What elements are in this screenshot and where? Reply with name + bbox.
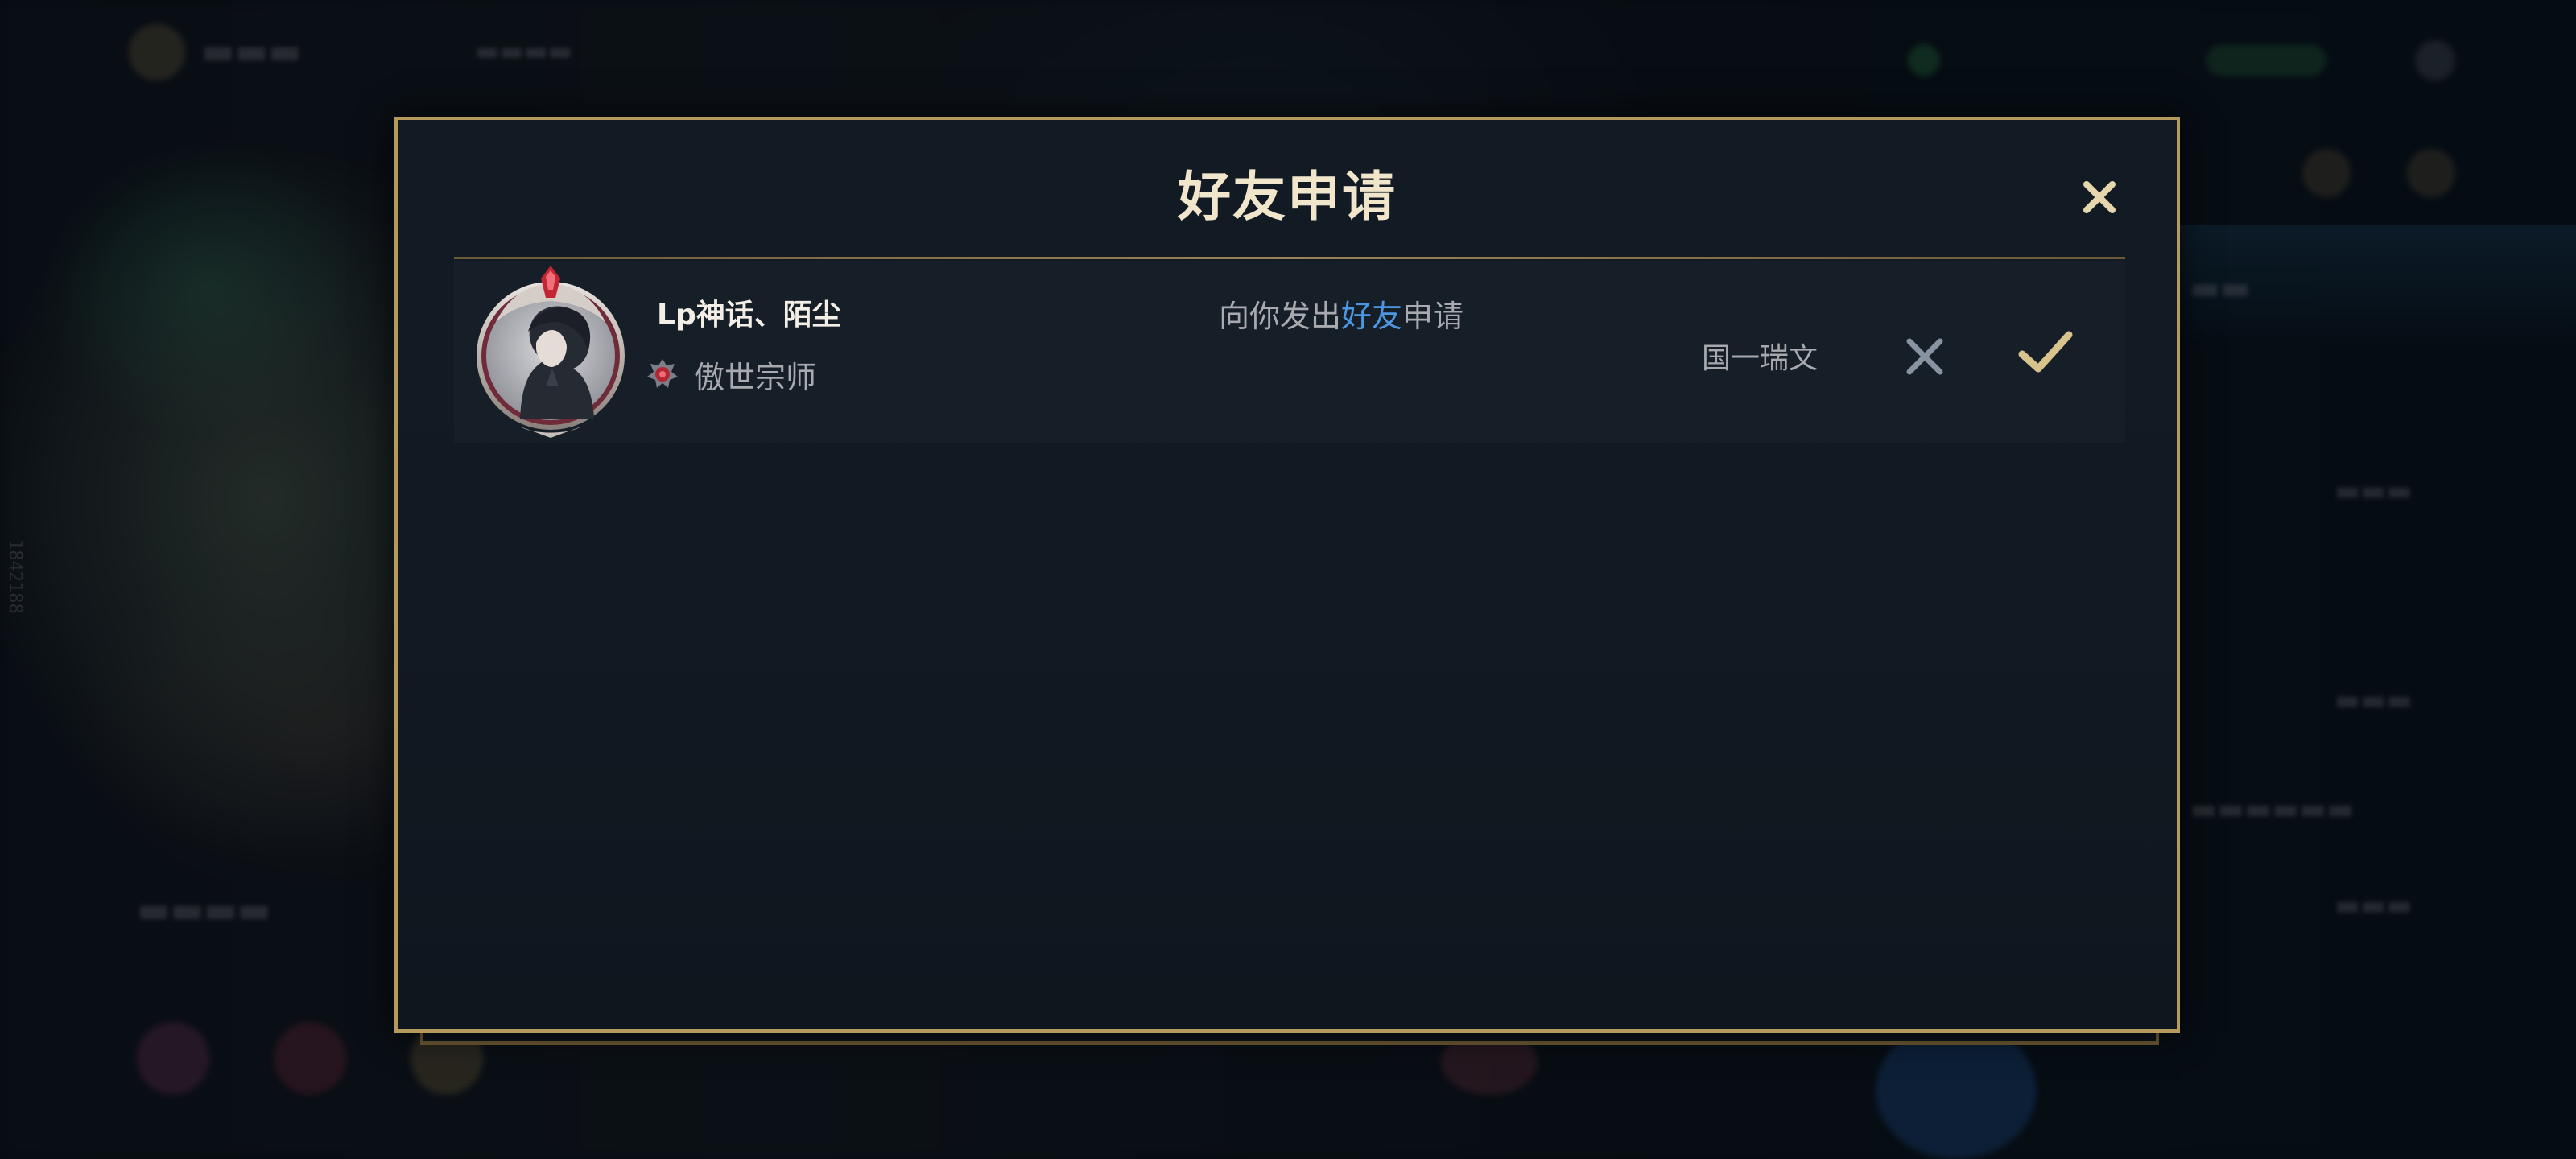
close-button[interactable] <box>2069 167 2130 228</box>
avatar[interactable] <box>472 266 630 438</box>
close-icon <box>2083 181 2116 213</box>
request-message-prefix: 向你发出 <box>1219 299 1342 334</box>
x-icon <box>1906 338 1943 375</box>
dialog-title: 好友申请 <box>1178 166 1397 228</box>
request-message-suffix: 申请 <box>1402 299 1464 334</box>
avatar-portrait <box>477 266 625 438</box>
title-divider <box>454 257 2125 259</box>
server-name: 国一瑞文 <box>1702 342 1818 375</box>
accept-button[interactable] <box>2011 320 2080 385</box>
decline-button[interactable] <box>1897 328 1953 385</box>
request-message: 向你发出好友申请 <box>1219 291 1463 336</box>
friend-request-row: Lp神话、陌尘 傲世宗师 向你发出好友申请 国一瑞文 <box>454 261 2125 443</box>
rank-label: 傲世宗师 <box>694 360 817 395</box>
friend-request-dialog: 好友申请 Lp神话、陌尘 傲世宗师 向你发出好友申请 国一瑞文 <box>394 117 2180 1033</box>
rank-emblem-icon <box>644 356 681 393</box>
checkmark-icon <box>2018 331 2073 373</box>
player-name: Lp神话、陌尘 <box>657 299 841 332</box>
request-message-highlight: 好友 <box>1341 299 1403 334</box>
